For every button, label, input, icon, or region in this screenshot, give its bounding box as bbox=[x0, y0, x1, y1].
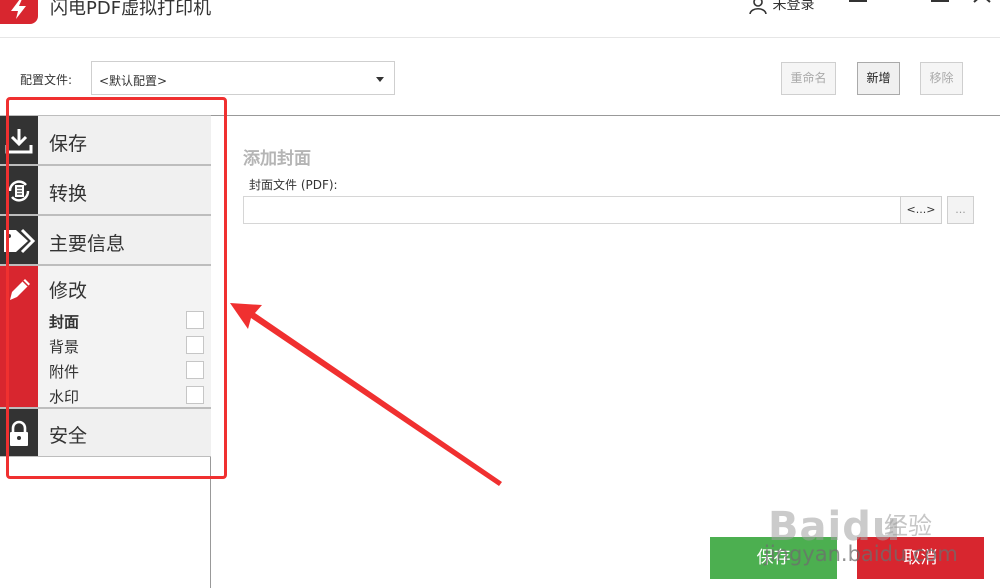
annotation-arrow-icon bbox=[230, 303, 502, 486]
